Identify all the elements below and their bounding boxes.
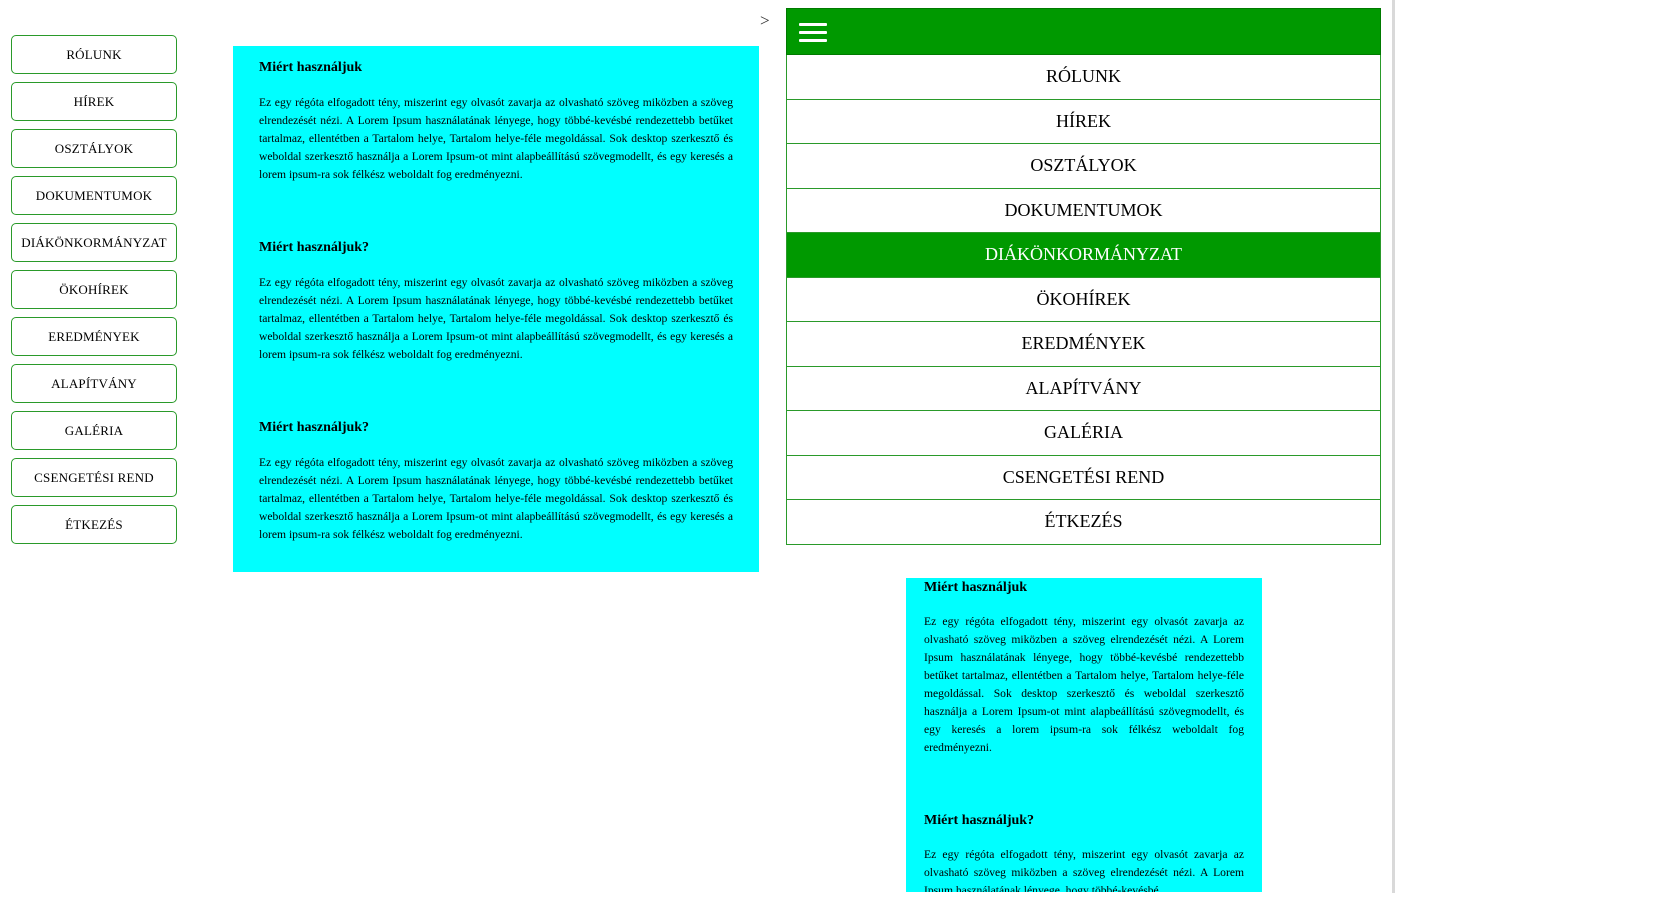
menu-item-okohirek[interactable]: ÖKOHÍREK: [786, 277, 1381, 322]
left-nav-item-hirek[interactable]: HÍREK: [11, 82, 177, 121]
scrollbar[interactable]: [1392, 0, 1395, 893]
left-nav-item-etkezes[interactable]: ÉTKEZÉS: [11, 505, 177, 544]
chevron-right-icon: >: [760, 11, 770, 30]
left-nav-item-diakonkormanyzat[interactable]: DIÁKÖNKORMÁNYZAT: [11, 223, 177, 262]
article-body: Ez egy régóta elfogadott tény, miszerint…: [259, 96, 733, 181]
article-title: Miért használjuk?: [259, 240, 370, 255]
menu-item-dokumentumok[interactable]: DOKUMENTUMOK: [786, 188, 1381, 233]
menu-item-osztalyok[interactable]: OSZTÁLYOK: [786, 144, 1381, 189]
left-nav-item-dokumentumok[interactable]: DOKUMENTUMOK: [11, 176, 177, 215]
menu-item-rolunk[interactable]: RÓLUNK: [786, 55, 1381, 100]
article-body: Ez egy régóta elfogadott tény, miszerint…: [259, 276, 733, 361]
menu-item-etkezes[interactable]: ÉTKEZÉS: [786, 500, 1381, 545]
menu-item-hirek[interactable]: HÍREK: [786, 99, 1381, 144]
left-nav-item-galeria[interactable]: GALÉRIA: [11, 411, 177, 450]
article-body: Ez egy régóta elfogadott tény, miszerint…: [924, 848, 1244, 892]
left-nav-item-osztalyok[interactable]: OSZTÁLYOK: [11, 129, 177, 168]
left-nav: RÓLUNK HÍREK OSZTÁLYOK DOKUMENTUMOK DIÁK…: [11, 35, 177, 552]
page: RÓLUNK HÍREK OSZTÁLYOK DOKUMENTUMOK DIÁK…: [0, 0, 1658, 914]
article: Miért használjuk? Ez egy régóta elfogado…: [924, 813, 1244, 892]
menu-item-eredmenyek[interactable]: EREDMÉNYEK: [786, 322, 1381, 367]
article: Miért használjuk? Ez egy régóta elfogado…: [259, 240, 733, 364]
article-title: Miért használjuk?: [259, 420, 370, 435]
article-panel-main: Miért használjuk Ez egy régóta elfogadot…: [233, 46, 759, 572]
article-body: Ez egy régóta elfogadott tény, miszerint…: [924, 615, 1244, 754]
hamburger-menu-icon[interactable]: [799, 23, 827, 43]
article: Miért használjuk Ez egy régóta elfogadot…: [924, 580, 1244, 757]
article-panel-secondary: Miért használjuk Ez egy régóta elfogadot…: [906, 578, 1262, 892]
left-nav-item-eredmenyek[interactable]: EREDMÉNYEK: [11, 317, 177, 356]
menu-item-alapitvany[interactable]: ALAPÍTVÁNY: [786, 366, 1381, 411]
left-nav-item-okohirek[interactable]: ÖKOHÍREK: [11, 270, 177, 309]
left-nav-item-alapitvany[interactable]: ALAPÍTVÁNY: [11, 364, 177, 403]
left-nav-item-csengetesi-rend[interactable]: CSENGETÉSI REND: [11, 458, 177, 497]
menu-item-csengetesi-rend[interactable]: CSENGETÉSI REND: [786, 455, 1381, 500]
article: Miért használjuk? Ez egy régóta elfogado…: [259, 420, 733, 544]
menu-item-galeria[interactable]: GALÉRIA: [786, 411, 1381, 456]
article-body: Ez egy régóta elfogadott tény, miszerint…: [259, 456, 733, 541]
article-title: Miért használjuk?: [924, 813, 1035, 828]
menu-header: [786, 8, 1381, 55]
menu-item-diakonkormanyzat[interactable]: DIÁKÖNKORMÁNYZAT: [786, 233, 1381, 278]
mobile-menu: RÓLUNK HÍREK OSZTÁLYOK DOKUMENTUMOK DIÁK…: [786, 8, 1381, 545]
article-title: Miért használjuk: [259, 60, 363, 75]
article-title: Miért használjuk: [924, 580, 1028, 595]
left-nav-item-rolunk[interactable]: RÓLUNK: [11, 35, 177, 74]
article: Miért használjuk Ez egy régóta elfogadot…: [259, 60, 733, 184]
